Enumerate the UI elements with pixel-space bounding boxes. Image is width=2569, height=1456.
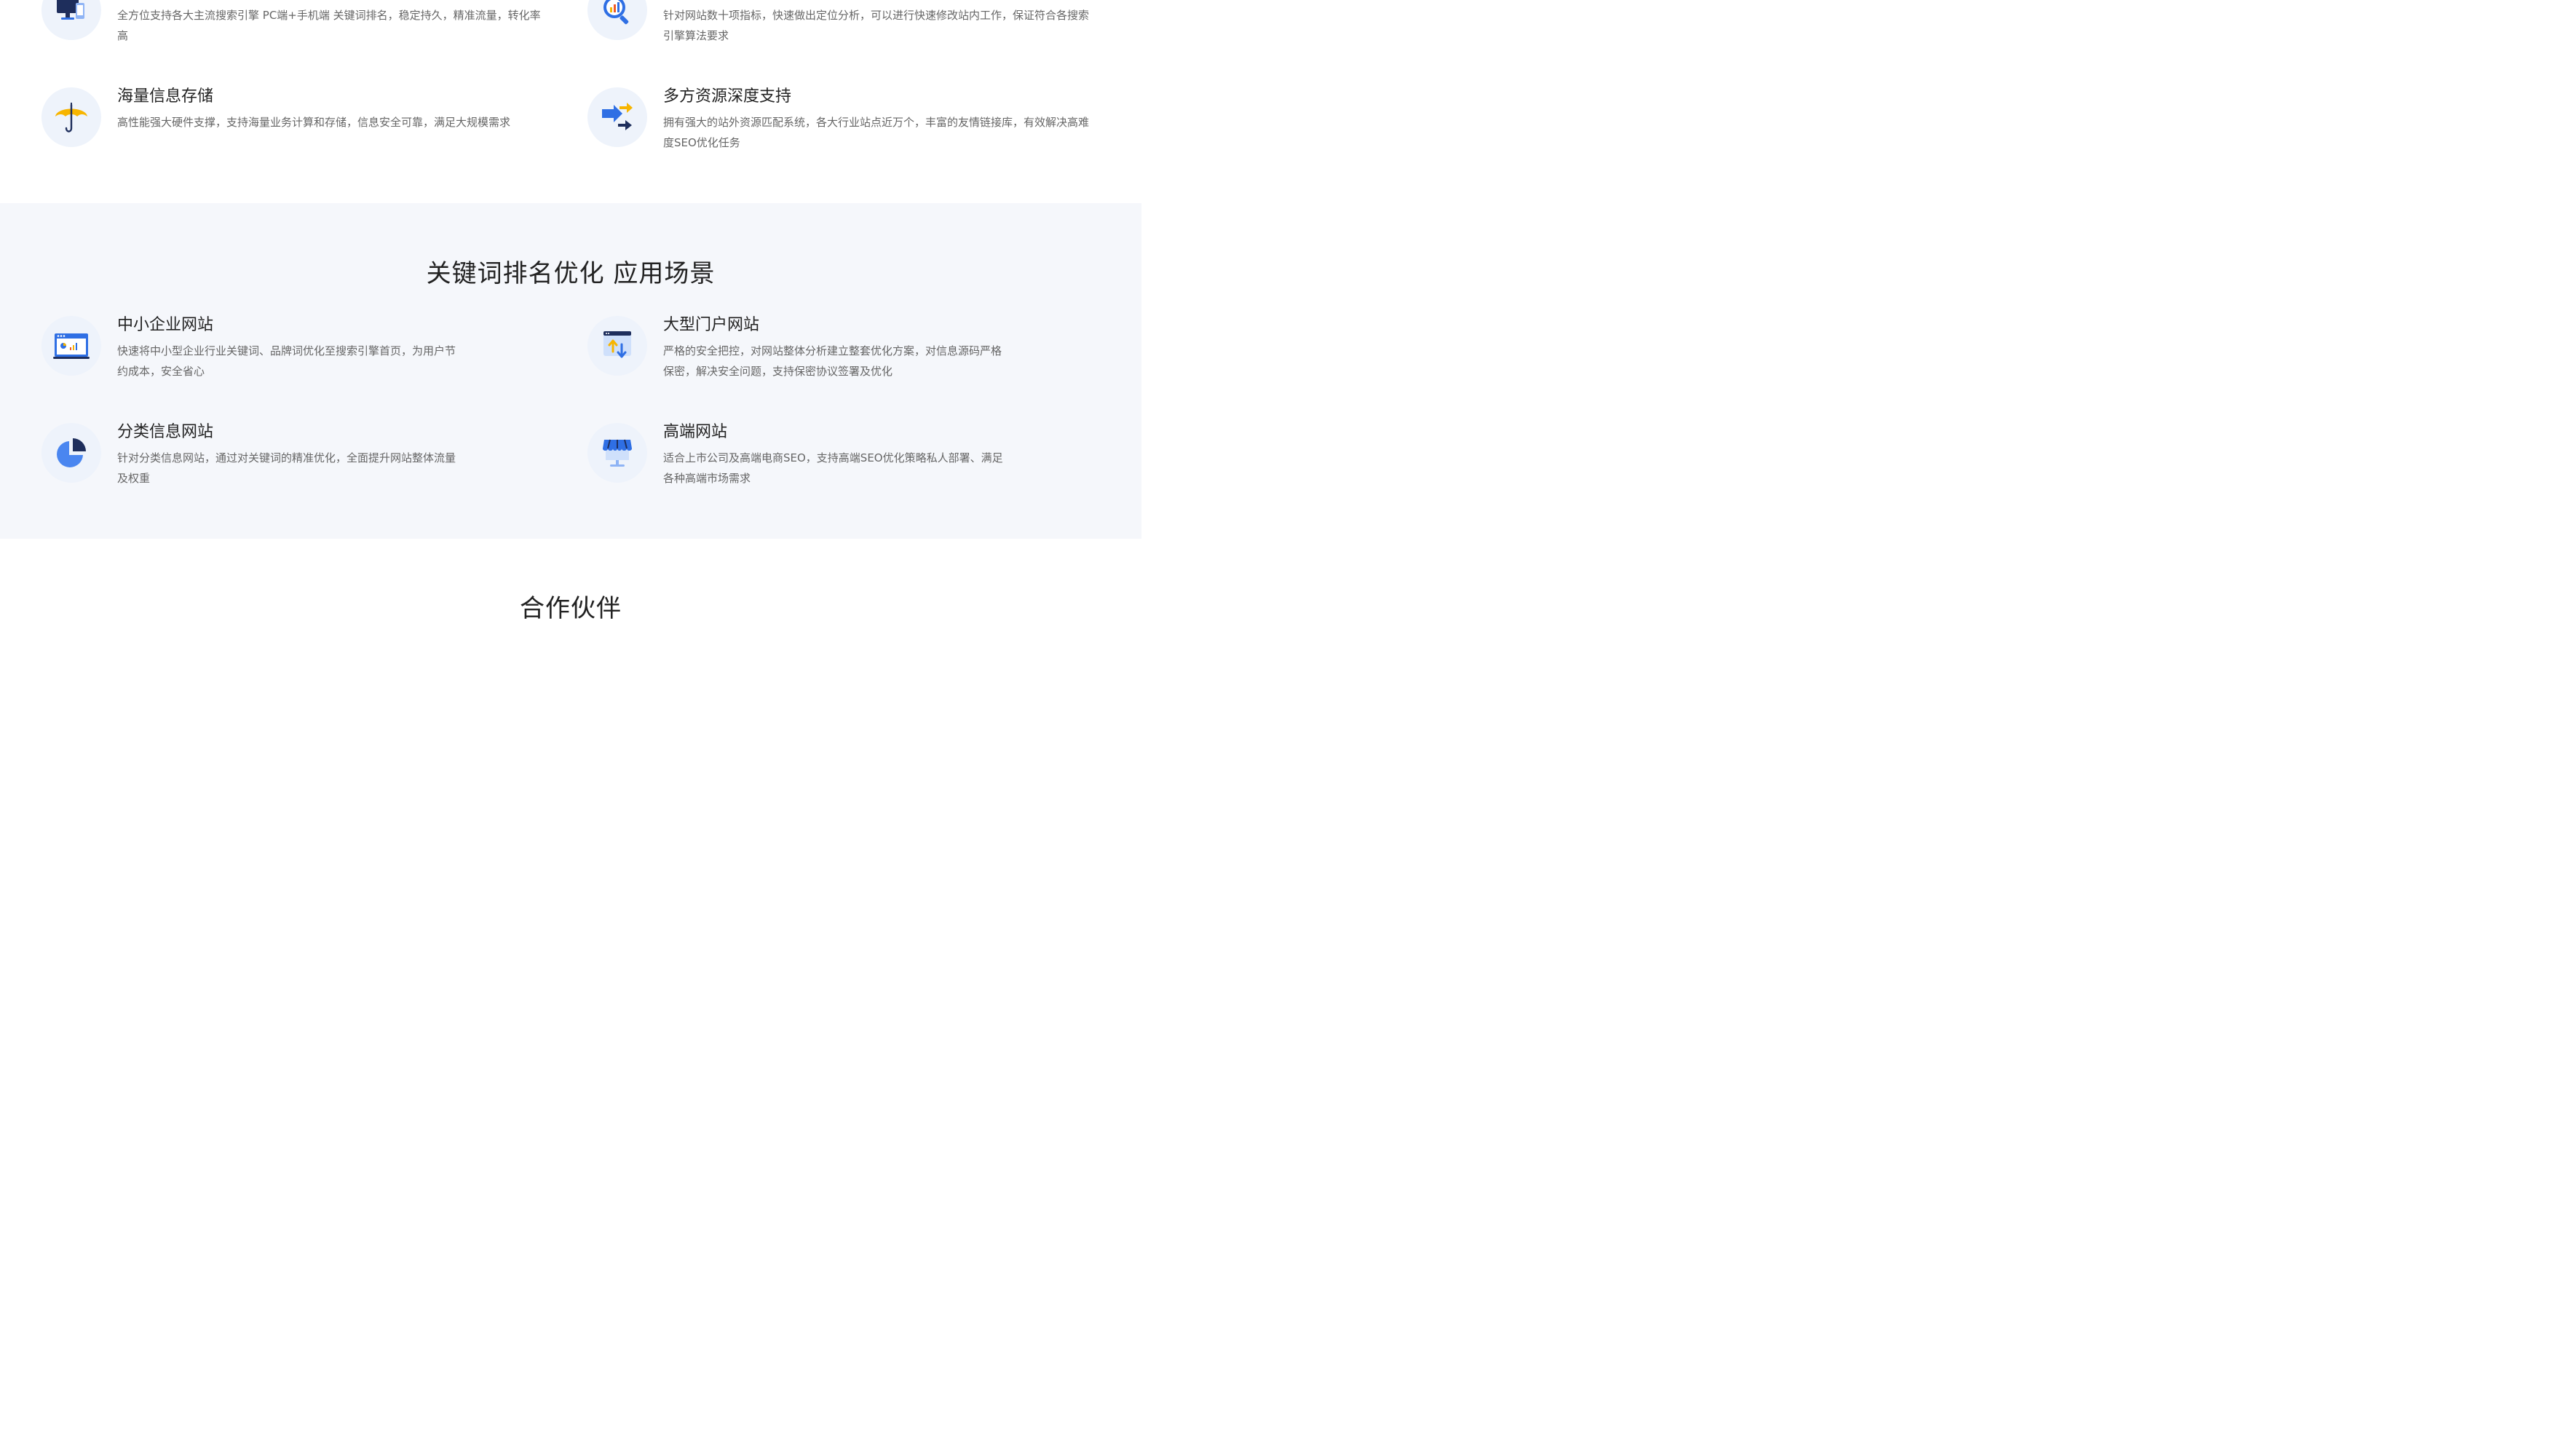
feature-icon-wrap [41,87,101,147]
magnifier-chart-icon [603,0,629,25]
feature-desc: 高性能强大硬件支撑，支持海量业务计算和存储，信息安全可靠，满足大规模需求 [117,116,511,129]
feature-icon-wrap [41,316,101,376]
scenario-highend-website: 高端网站 适合上市公司及高端电商SEO，支持高端SEO优化策略私人部署、满足各种… [587,423,1097,496]
feature-icon-wrap [587,316,647,376]
scenario-classified-website: 分类信息网站 针对分类信息网站，通过对关键词的精准优化，全面提升网站整体流量及权… [41,423,551,496]
pie-chart-icon [57,438,86,467]
feature-desc: 针对网站数十项指标，快速做出定位分析，可以进行快速修改站内工作，保证符合各搜索引… [663,9,1090,42]
scenario-portal-website: 大型门户网站 严格的安全把控，对网站整体分析建立整套优化方案，对信息源码严格保密… [587,316,1097,389]
feature-site-analysis: 针对网站数十项指标，快速做出定位分析，可以进行快速修改站内工作，保证符合各搜索引… [587,0,1097,53]
feature-desc: 全方位支持各大主流搜索引擎 PC端+手机端 关键词排名，稳定持久，精准流量，转化… [117,9,541,42]
umbrella-icon [55,103,87,132]
feature-icon-wrap [587,87,647,147]
feature-title: 海量信息存储 [117,87,214,106]
desktop-mobile-icon [57,0,84,20]
feature-storage: 海量信息存储 高性能强大硬件支撑，支持海量业务计算和存储，信息安全可靠，满足大规… [41,87,551,160]
browser-window-icon [53,333,90,359]
feature-title: 高端网站 [663,423,728,441]
scenario-sme-website: 中小企业网站 快速将中小型企业行业关键词、品牌词优化至搜索引擎首页，为用户节约成… [41,316,551,389]
feature-title: 大型门户网站 [663,316,760,334]
feature-desc: 拥有强大的站外资源匹配系统，各大行业站点近万个，丰富的友情链接库，有效解决高难度… [663,116,1090,149]
storefront-icon [603,439,632,467]
feature-resources: 多方资源深度支持 拥有强大的站外资源匹配系统，各大行业站点近万个，丰富的友情链接… [587,87,1097,160]
feature-icon-wrap [41,0,101,40]
arrows-exchange-icon [602,103,633,130]
feature-icon-wrap [587,423,647,483]
feature-desc: 快速将中小型企业行业关键词、品牌词优化至搜索引擎首页，为用户节约成本，安全省心 [117,344,456,378]
scenarios-title: 关键词排名优化 应用场景 [426,259,716,288]
feature-desc: 针对分类信息网站，通过对关键词的精准优化，全面提升网站整体流量及权重 [117,451,456,485]
feature-title: 分类信息网站 [117,423,214,441]
feature-multi-platform: 全方位支持各大主流搜索引擎 PC端+手机端 关键词排名，稳定持久，精准流量，转化… [41,0,551,53]
partners-title: 合作伙伴 [520,594,622,623]
feature-title: 中小企业网站 [117,316,214,334]
feature-icon-wrap [587,0,647,40]
feature-desc: 严格的安全把控，对网站整体分析建立整套优化方案，对信息源码严格保密，解决安全问题… [663,344,1002,378]
page: 全方位支持各大主流搜索引擎 PC端+手机端 关键词排名，稳定持久，精准流量，转化… [0,0,1141,647]
feature-title: 多方资源深度支持 [663,87,792,106]
feature-icon-wrap [41,423,101,483]
feature-desc: 适合上市公司及高端电商SEO，支持高端SEO优化策略私人部署、满足各种高端市场需… [663,451,1003,485]
upload-download-icon [603,331,631,358]
